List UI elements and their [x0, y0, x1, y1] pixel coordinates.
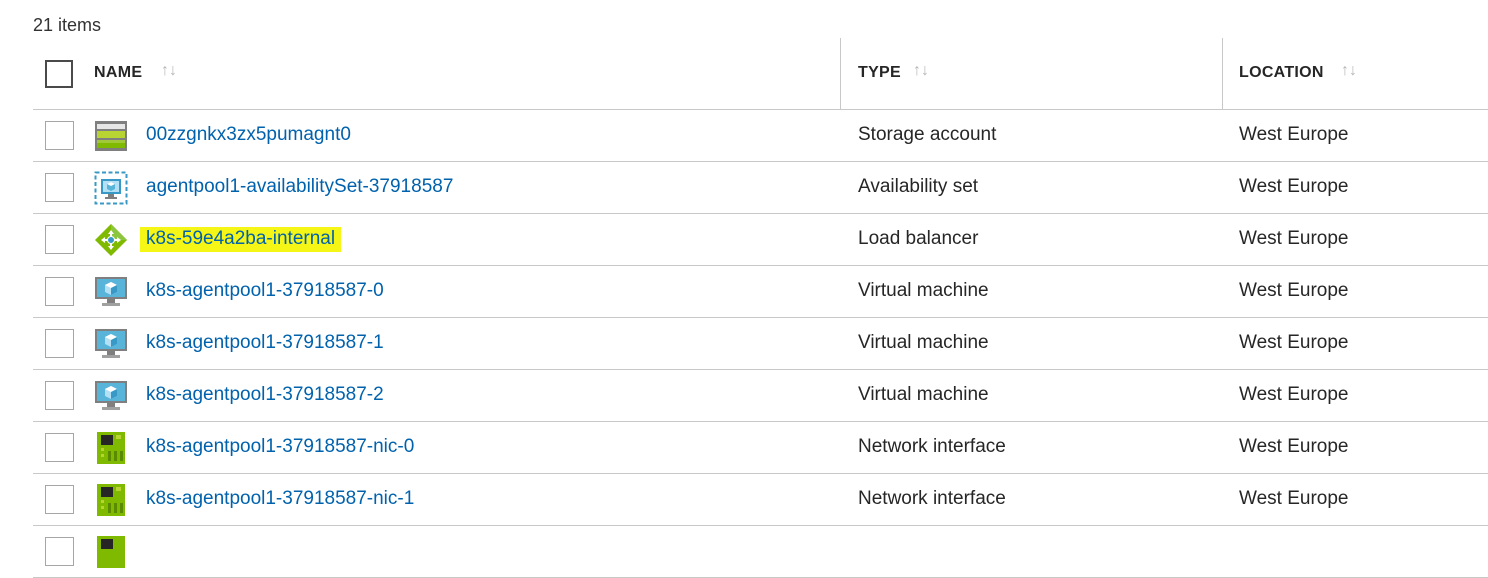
column-divider[interactable]: [840, 38, 841, 109]
column-header-location[interactable]: LOCATION: [1239, 64, 1324, 82]
table-row[interactable]: k8s-agentpool1-37918587-1 Virtual machin…: [33, 318, 1488, 370]
availability-set-icon: [94, 171, 128, 205]
row-checkbox[interactable]: [45, 121, 74, 150]
resource-location: West Europe: [1239, 124, 1349, 145]
resource-link[interactable]: k8s-agentpool1-37918587-nic-1: [146, 488, 414, 510]
row-checkbox[interactable]: [45, 173, 74, 202]
column-header-name[interactable]: NAME: [94, 64, 142, 82]
resource-type: Network interface: [858, 436, 1006, 457]
network-interface-icon: [97, 484, 125, 516]
resource-type: Virtual machine: [858, 280, 989, 301]
virtual-machine-icon: [95, 329, 127, 358]
sort-location-icon[interactable]: ↑↓: [1341, 62, 1357, 80]
column-header-type[interactable]: TYPE: [858, 64, 901, 82]
resource-type: Availability set: [858, 176, 979, 197]
network-interface-icon: [97, 432, 125, 464]
row-checkbox[interactable]: [45, 225, 74, 254]
resource-link[interactable]: 00zzgnkx3zx5pumagnt0: [146, 124, 351, 146]
resource-link[interactable]: k8s-59e4a2ba-internal: [140, 227, 342, 252]
network-interface-icon: [97, 536, 125, 568]
resource-location: West Europe: [1239, 384, 1349, 405]
resource-location: West Europe: [1239, 176, 1349, 197]
resource-location: West Europe: [1239, 488, 1349, 509]
row-checkbox[interactable]: [45, 433, 74, 462]
sort-name-icon[interactable]: ↑↓: [161, 62, 177, 80]
resource-location: West Europe: [1239, 280, 1349, 301]
resource-type: Storage account: [858, 124, 997, 145]
storage-account-icon: [95, 121, 127, 151]
sort-type-icon[interactable]: ↑↓: [913, 62, 929, 80]
virtual-machine-icon: [95, 277, 127, 306]
resource-type: Network interface: [858, 488, 1006, 509]
resource-type: Virtual machine: [858, 384, 989, 405]
table-row[interactable]: 00zzgnkx3zx5pumagnt0 Storage account Wes…: [33, 110, 1488, 162]
resource-link[interactable]: k8s-agentpool1-37918587-2: [146, 384, 384, 406]
resource-location: West Europe: [1239, 228, 1349, 249]
item-count: 21 items: [33, 15, 102, 35]
table-row[interactable]: k8s-agentpool1-37918587-0 Virtual machin…: [33, 266, 1488, 318]
resource-type: Virtual machine: [858, 332, 989, 353]
table-row[interactable]: k8s-agentpool1-37918587-nic-0 Network in…: [33, 422, 1488, 474]
resource-link[interactable]: k8s-agentpool1-37918587-nic-0: [146, 436, 414, 458]
table-row-partial[interactable]: [33, 526, 1488, 578]
table-row[interactable]: k8s-agentpool1-37918587-2 Virtual machin…: [33, 370, 1488, 422]
resource-location: West Europe: [1239, 332, 1349, 353]
row-checkbox[interactable]: [45, 381, 74, 410]
resource-link[interactable]: k8s-agentpool1-37918587-1: [146, 332, 384, 354]
row-checkbox[interactable]: [45, 537, 74, 566]
resource-grid: NAME ↑↓ TYPE ↑↓ LOCATION ↑↓ 00zzgnkx3zx5…: [33, 38, 1488, 578]
resource-link[interactable]: k8s-agentpool1-37918587-0: [146, 280, 384, 302]
table-row[interactable]: k8s-agentpool1-37918587-nic-1 Network in…: [33, 474, 1488, 526]
load-balancer-icon: [95, 224, 127, 256]
column-divider[interactable]: [1222, 38, 1223, 109]
row-checkbox[interactable]: [45, 485, 74, 514]
resource-link[interactable]: agentpool1-availabilitySet-37918587: [146, 176, 453, 198]
resource-location: West Europe: [1239, 436, 1349, 457]
table-row[interactable]: k8s-59e4a2ba-internal Load balancer West…: [33, 214, 1488, 266]
resource-type: Load balancer: [858, 228, 979, 249]
table-row[interactable]: agentpool1-availabilitySet-37918587 Avai…: [33, 162, 1488, 214]
grid-header: NAME ↑↓ TYPE ↑↓ LOCATION ↑↓: [33, 38, 1488, 110]
select-all-checkbox[interactable]: [45, 60, 73, 88]
row-checkbox[interactable]: [45, 329, 74, 358]
virtual-machine-icon: [95, 381, 127, 410]
row-checkbox[interactable]: [45, 277, 74, 306]
